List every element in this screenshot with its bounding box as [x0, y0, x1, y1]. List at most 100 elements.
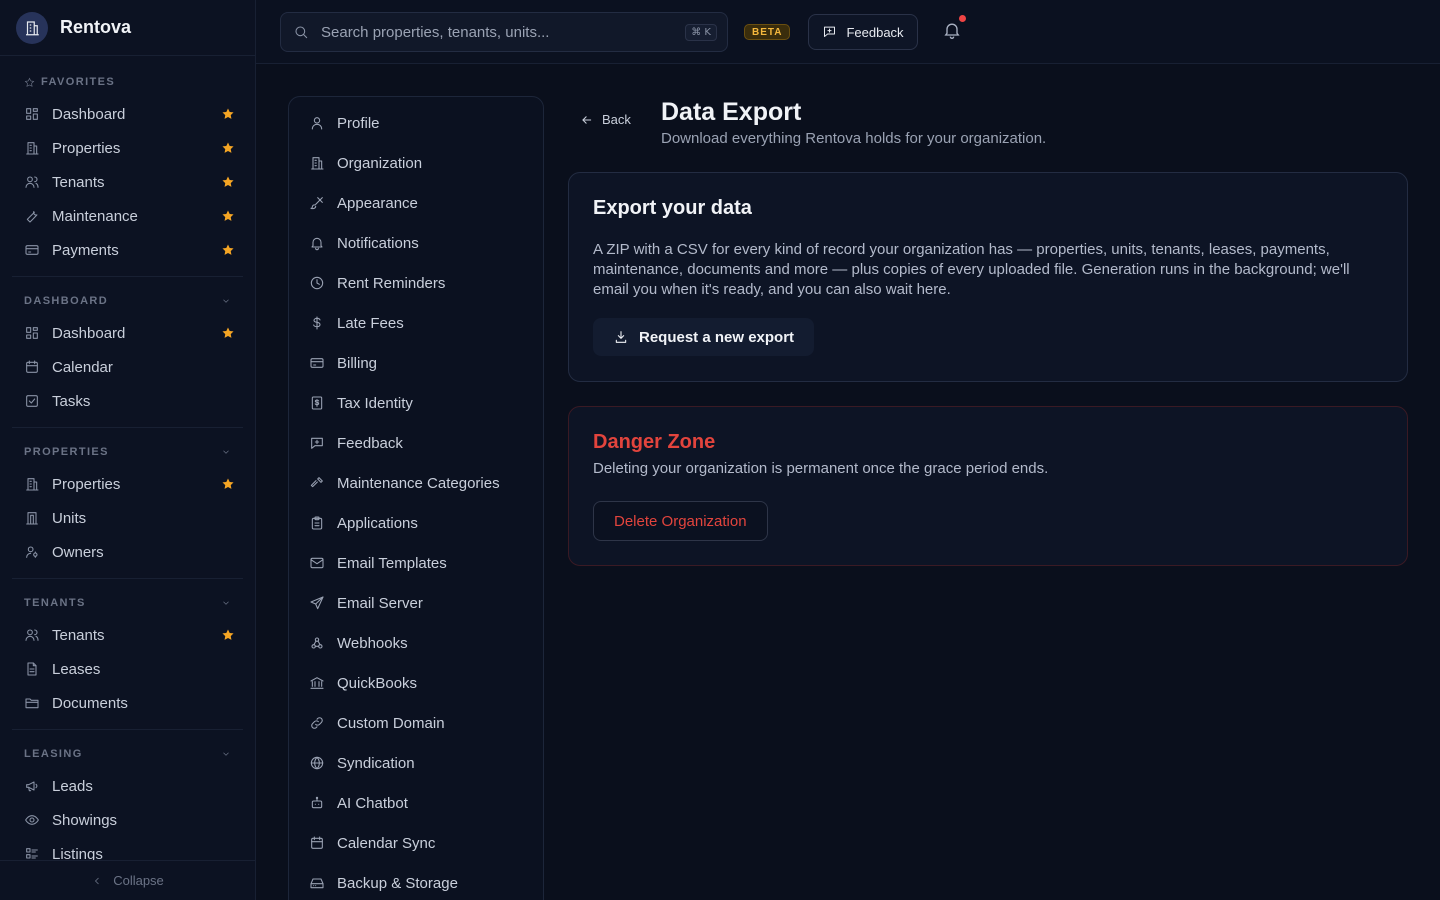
sidebar-item-dashboard[interactable]: Dashboard	[0, 316, 255, 350]
sidebar-item-owners[interactable]: Owners	[0, 535, 255, 569]
star-icon[interactable]	[221, 628, 235, 642]
sidebar-item-tenants[interactable]: Tenants	[0, 618, 255, 652]
sidebar-item-documents[interactable]: Documents	[0, 686, 255, 720]
link-icon	[309, 715, 325, 731]
nav-item-label: Tasks	[52, 392, 91, 410]
settings-item-billing[interactable]: Billing	[289, 343, 543, 383]
settings-item-late-fees[interactable]: Late Fees	[289, 303, 543, 343]
folder-icon	[24, 695, 40, 711]
request-export-button[interactable]: Request a new export	[593, 318, 815, 356]
sidebar-item-leases[interactable]: Leases	[0, 652, 255, 686]
delete-organization-button[interactable]: Delete Organization	[593, 501, 768, 541]
back-label: Back	[602, 112, 631, 127]
chevron-down-icon[interactable]	[221, 749, 231, 759]
star-outline-icon	[24, 77, 35, 88]
back-button[interactable]: Back	[580, 112, 631, 127]
settings-item-ai-chatbot[interactable]: AI Chatbot	[289, 783, 543, 823]
section-header[interactable]: PROPERTIES	[0, 437, 255, 467]
settings-item-maintenance-categories[interactable]: Maintenance Categories	[289, 463, 543, 503]
clock-icon	[309, 275, 325, 291]
megaphone-icon	[24, 778, 40, 794]
divider	[12, 729, 243, 730]
door-icon	[24, 510, 40, 526]
export-card-description: A ZIP with a CSV for every kind of recor…	[593, 241, 1350, 298]
settings-item-rent-reminders[interactable]: Rent Reminders	[289, 263, 543, 303]
collapse-button[interactable]: Collapse	[0, 860, 255, 900]
settings-item-label: Profile	[337, 114, 380, 132]
favorite-item-maintenance[interactable]: Maintenance	[0, 199, 255, 233]
settings-item-custom-domain[interactable]: Custom Domain	[289, 703, 543, 743]
settings-item-label: Late Fees	[337, 314, 404, 332]
sidebar-item-units[interactable]: Units	[0, 501, 255, 535]
owner-icon	[24, 544, 40, 560]
sidebar-item-showings[interactable]: Showings	[0, 803, 255, 837]
request-export-label: Request a new export	[639, 328, 795, 346]
notifications-button[interactable]	[942, 15, 966, 44]
feedback-label: Feedback	[846, 24, 904, 40]
brush-icon	[309, 195, 325, 211]
eye-icon	[24, 812, 40, 828]
settings-item-feedback[interactable]: Feedback	[289, 423, 543, 463]
star-icon[interactable]	[221, 326, 235, 340]
settings-item-label: Calendar Sync	[337, 834, 436, 852]
building-icon	[24, 476, 40, 492]
section-header[interactable]: TENANTS	[0, 588, 255, 618]
search-input[interactable]	[321, 23, 686, 41]
star-icon[interactable]	[221, 107, 235, 121]
star-icon[interactable]	[221, 175, 235, 189]
nav-item-label: Payments	[52, 241, 119, 259]
star-icon[interactable]	[221, 209, 235, 223]
sidebar-item-tasks[interactable]: Tasks	[0, 384, 255, 418]
building-icon	[309, 155, 325, 171]
nav-item-label: Tenants	[52, 173, 105, 191]
section-header[interactable]: DASHBOARD	[0, 286, 255, 316]
section-properties: PROPERTIES Properties Units Owners	[0, 437, 255, 569]
settings-item-tax-identity[interactable]: Tax Identity	[289, 383, 543, 423]
settings-item-label: Syndication	[337, 754, 415, 772]
search-box[interactable]: ⌘ K	[280, 12, 728, 52]
sidebar: Rentova FAVORITES Dashboard Properties Ten…	[0, 0, 256, 900]
settings-item-appearance[interactable]: Appearance	[289, 183, 543, 223]
favorite-item-properties[interactable]: Properties	[0, 131, 255, 165]
settings-item-calendar-sync[interactable]: Calendar Sync	[289, 823, 543, 863]
settings-item-organization[interactable]: Organization	[289, 143, 543, 183]
drive-icon	[309, 875, 325, 891]
settings-item-backup-storage[interactable]: Backup & Storage	[289, 863, 543, 900]
bell-icon	[942, 20, 966, 40]
brand[interactable]: Rentova	[0, 0, 255, 56]
favorite-item-payments[interactable]: Payments	[0, 233, 255, 267]
search-icon	[293, 24, 309, 40]
settings-item-notifications[interactable]: Notifications	[289, 223, 543, 263]
settings-item-syndication[interactable]: Syndication	[289, 743, 543, 783]
divider	[12, 427, 243, 428]
settings-item-quickbooks[interactable]: QuickBooks	[289, 663, 543, 703]
export-card-title: Export your data	[593, 197, 752, 219]
sidebar-item-properties[interactable]: Properties	[0, 467, 255, 501]
settings-item-label: Custom Domain	[337, 714, 445, 732]
page-subtitle: Download everything Rentova holds for yo…	[661, 130, 1047, 147]
favorite-item-tenants[interactable]: Tenants	[0, 165, 255, 199]
star-icon[interactable]	[221, 243, 235, 257]
chevron-down-icon[interactable]	[221, 296, 231, 306]
settings-nav: Profile Organization Appearance Notificatio…	[288, 96, 544, 900]
sidebar-item-leads[interactable]: Leads	[0, 769, 255, 803]
user-icon	[309, 115, 325, 131]
mail-icon	[309, 555, 325, 571]
star-icon[interactable]	[221, 141, 235, 155]
settings-item-email-server[interactable]: Email Server	[289, 583, 543, 623]
wrench-icon	[24, 208, 40, 224]
settings-item-label: Email Templates	[337, 554, 447, 572]
chevron-down-icon[interactable]	[221, 447, 231, 457]
chevron-down-icon[interactable]	[221, 598, 231, 608]
settings-item-email-templates[interactable]: Email Templates	[289, 543, 543, 583]
settings-item-profile[interactable]: Profile	[289, 103, 543, 143]
settings-item-applications[interactable]: Applications	[289, 503, 543, 543]
file-icon	[24, 661, 40, 677]
sidebar-item-listings[interactable]: Listings	[0, 837, 255, 860]
feedback-button[interactable]: Feedback	[808, 14, 918, 50]
section-header[interactable]: LEASING	[0, 739, 255, 769]
star-icon[interactable]	[221, 477, 235, 491]
sidebar-item-calendar[interactable]: Calendar	[0, 350, 255, 384]
favorite-item-dashboard[interactable]: Dashboard	[0, 97, 255, 131]
settings-item-webhooks[interactable]: Webhooks	[289, 623, 543, 663]
